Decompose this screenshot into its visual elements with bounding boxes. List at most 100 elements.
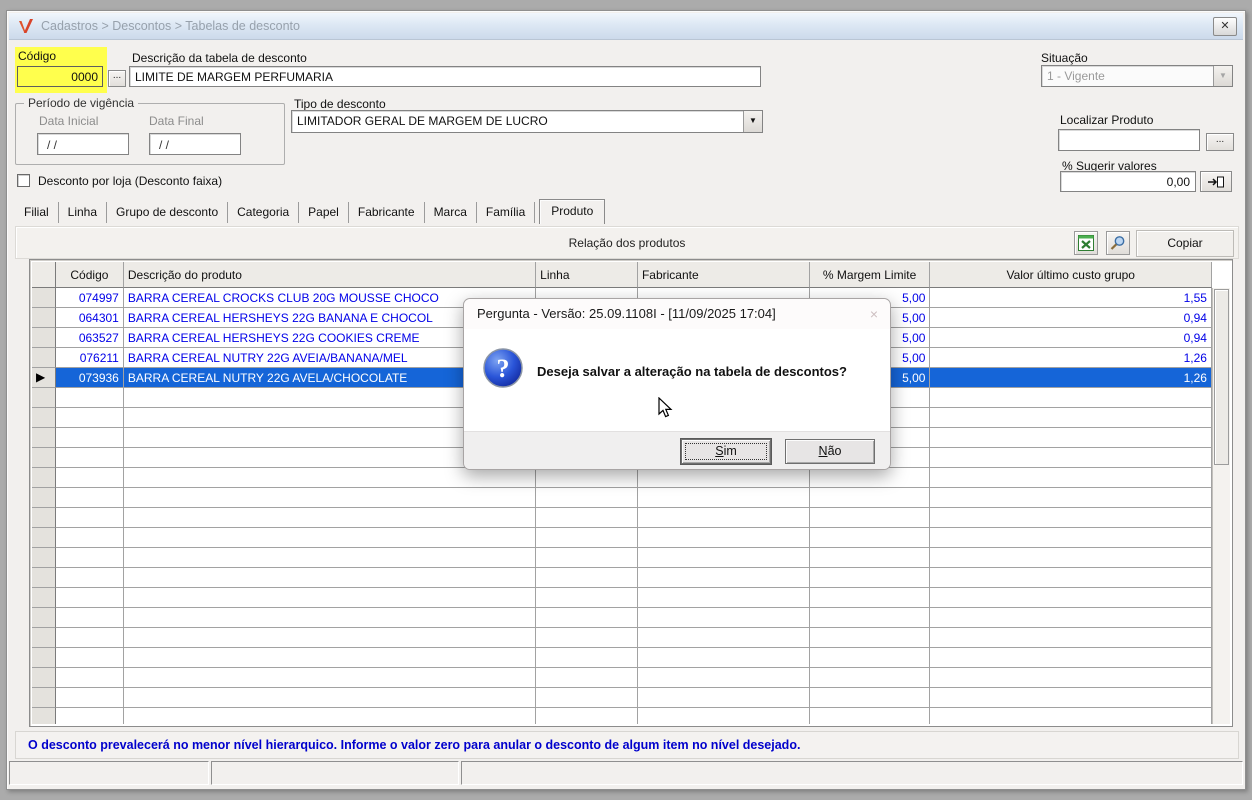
cell <box>55 688 124 708</box>
tab-categoria[interactable]: Categoria <box>228 202 300 223</box>
dialog-button-sim[interactable]: Sim <box>681 439 771 464</box>
cell <box>55 428 124 448</box>
row-selector-cell <box>32 348 56 368</box>
screen: { "window": { "title": "Cadastros > Desc… <box>0 0 1252 800</box>
row-selector-cell <box>32 328 56 348</box>
notice-bar: O desconto prevalecerá no menor nível hi… <box>15 731 1239 759</box>
desconto-loja-checkbox[interactable] <box>17 174 30 187</box>
table-empty-row[interactable] <box>32 648 1212 668</box>
data-final-label: Data Final <box>149 114 204 128</box>
row-selector-cell <box>32 528 56 548</box>
cell <box>536 588 638 608</box>
table-empty-row[interactable] <box>32 468 1212 488</box>
excel-export-button[interactable] <box>1074 231 1098 255</box>
cell <box>123 468 537 488</box>
row-selector-cell <box>32 262 56 288</box>
cell <box>637 608 810 628</box>
cell <box>637 508 810 528</box>
table-empty-row[interactable] <box>32 528 1212 548</box>
cell <box>930 388 1212 408</box>
cell <box>930 428 1212 448</box>
data-inicial-label: Data Inicial <box>39 114 99 128</box>
codigo-browse-button[interactable]: ... <box>108 70 126 87</box>
tab-papel[interactable]: Papel <box>299 202 349 223</box>
cell: Valor último custo grupo <box>930 262 1212 288</box>
tipo-desconto-combobox[interactable]: LIMITADOR GERAL DE MARGEM DE LUCRO ▼ <box>291 110 763 133</box>
data-inicial-field[interactable]: / / <box>37 133 129 155</box>
row-selector-cell <box>32 488 56 508</box>
table-empty-row[interactable] <box>32 708 1212 724</box>
question-icon: ? <box>483 348 523 388</box>
cell <box>536 708 638 724</box>
scrollbar-thumb[interactable] <box>1214 289 1229 465</box>
search-button[interactable] <box>1106 231 1130 255</box>
table-empty-row[interactable] <box>32 688 1212 708</box>
apply-suggest-button[interactable] <box>1200 171 1232 192</box>
table-empty-row[interactable] <box>32 508 1212 528</box>
cell: Descrição do produto <box>123 262 537 288</box>
tab-grupo-de-desconto[interactable]: Grupo de desconto <box>107 202 229 223</box>
cell <box>638 708 810 724</box>
tab-fabricante[interactable]: Fabricante <box>349 202 425 223</box>
table-empty-row[interactable] <box>32 588 1212 608</box>
tab-linha[interactable]: Linha <box>59 202 108 223</box>
cell <box>930 508 1212 528</box>
table-empty-row[interactable] <box>32 548 1212 568</box>
tab-família[interactable]: Família <box>477 202 536 223</box>
cell <box>637 528 810 548</box>
row-selector-cell <box>32 608 56 628</box>
dialog-button-nao[interactable]: Não <box>785 439 875 464</box>
cell <box>55 668 124 688</box>
cell <box>123 648 537 668</box>
cell <box>930 648 1212 668</box>
cell <box>930 588 1212 608</box>
cell <box>809 648 931 668</box>
table-empty-row[interactable] <box>32 568 1212 588</box>
tab-marca[interactable]: Marca <box>425 202 477 223</box>
sugerir-valores-field[interactable]: 0,00 <box>1060 171 1196 192</box>
dialog-close-icon[interactable]: × <box>870 307 878 321</box>
table-empty-row[interactable] <box>32 608 1212 628</box>
cell <box>930 468 1212 488</box>
tab-filial[interactable]: Filial <box>15 202 59 223</box>
cell <box>809 668 931 688</box>
copy-button[interactable]: Copiar <box>1136 230 1234 257</box>
cell <box>55 568 124 588</box>
cell <box>56 708 124 724</box>
tab-produto[interactable]: Produto <box>539 199 606 224</box>
localizar-produto-field[interactable] <box>1058 129 1200 151</box>
table-empty-row[interactable] <box>32 628 1212 648</box>
cell <box>637 468 810 488</box>
localizar-produto-browse-button[interactable]: ... <box>1206 133 1234 151</box>
cell <box>55 488 124 508</box>
data-final-field[interactable]: / / <box>149 133 241 155</box>
situacao-combobox[interactable]: 1 - Vigente ▼ <box>1041 65 1233 87</box>
row-selector-cell <box>32 428 56 448</box>
descricao-field[interactable]: LIMITE DE MARGEM PERFUMARIA <box>129 66 761 87</box>
status-panel <box>461 761 1243 785</box>
vertical-scrollbar[interactable] <box>1212 288 1230 724</box>
cell: 073936 <box>55 368 124 388</box>
situacao-value: 1 - Vigente <box>1047 69 1105 83</box>
window-close-button[interactable]: ✕ <box>1213 17 1237 36</box>
cell <box>809 628 931 648</box>
row-selector-cell <box>32 288 56 308</box>
cell <box>809 468 931 488</box>
excel-export-icon <box>1078 235 1094 251</box>
row-selector-cell <box>32 708 56 724</box>
codigo-field[interactable]: 0000 <box>17 66 103 87</box>
table-empty-row[interactable] <box>32 668 1212 688</box>
cell <box>637 688 810 708</box>
cell <box>930 608 1212 628</box>
cell <box>123 548 537 568</box>
toolbar-caption: Relação dos produtos <box>568 236 686 250</box>
cell <box>637 668 810 688</box>
row-selector-cell <box>32 408 56 428</box>
cell <box>536 468 638 488</box>
cell <box>55 468 124 488</box>
row-selector-cell <box>32 588 56 608</box>
cell <box>536 668 638 688</box>
cell <box>55 388 124 408</box>
table-empty-row[interactable] <box>32 488 1212 508</box>
row-selector-cell <box>32 388 56 408</box>
